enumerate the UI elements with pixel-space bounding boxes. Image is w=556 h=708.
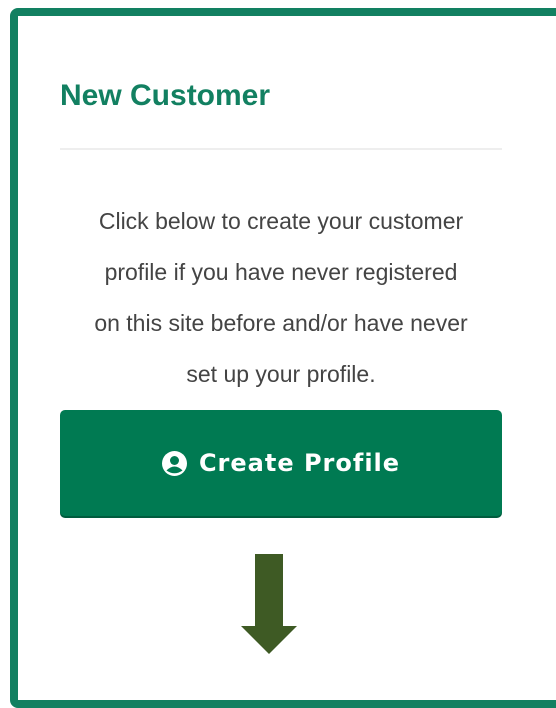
description-line: Click below to create your customer xyxy=(98,208,464,234)
card-description: Click below to create your customer prof… xyxy=(52,196,510,400)
divider xyxy=(60,148,502,150)
create-profile-button[interactable]: Create Profile xyxy=(60,410,502,516)
create-profile-label: Create Profile xyxy=(198,449,401,477)
user-circle-icon xyxy=(161,450,187,476)
description-line: set up your profile. xyxy=(186,361,376,387)
arrow-down-icon xyxy=(241,554,297,654)
description-line: on this site before and/or have never xyxy=(94,310,468,336)
description-line: profile if you have never registered xyxy=(104,259,458,285)
card-title: New Customer xyxy=(60,79,271,112)
